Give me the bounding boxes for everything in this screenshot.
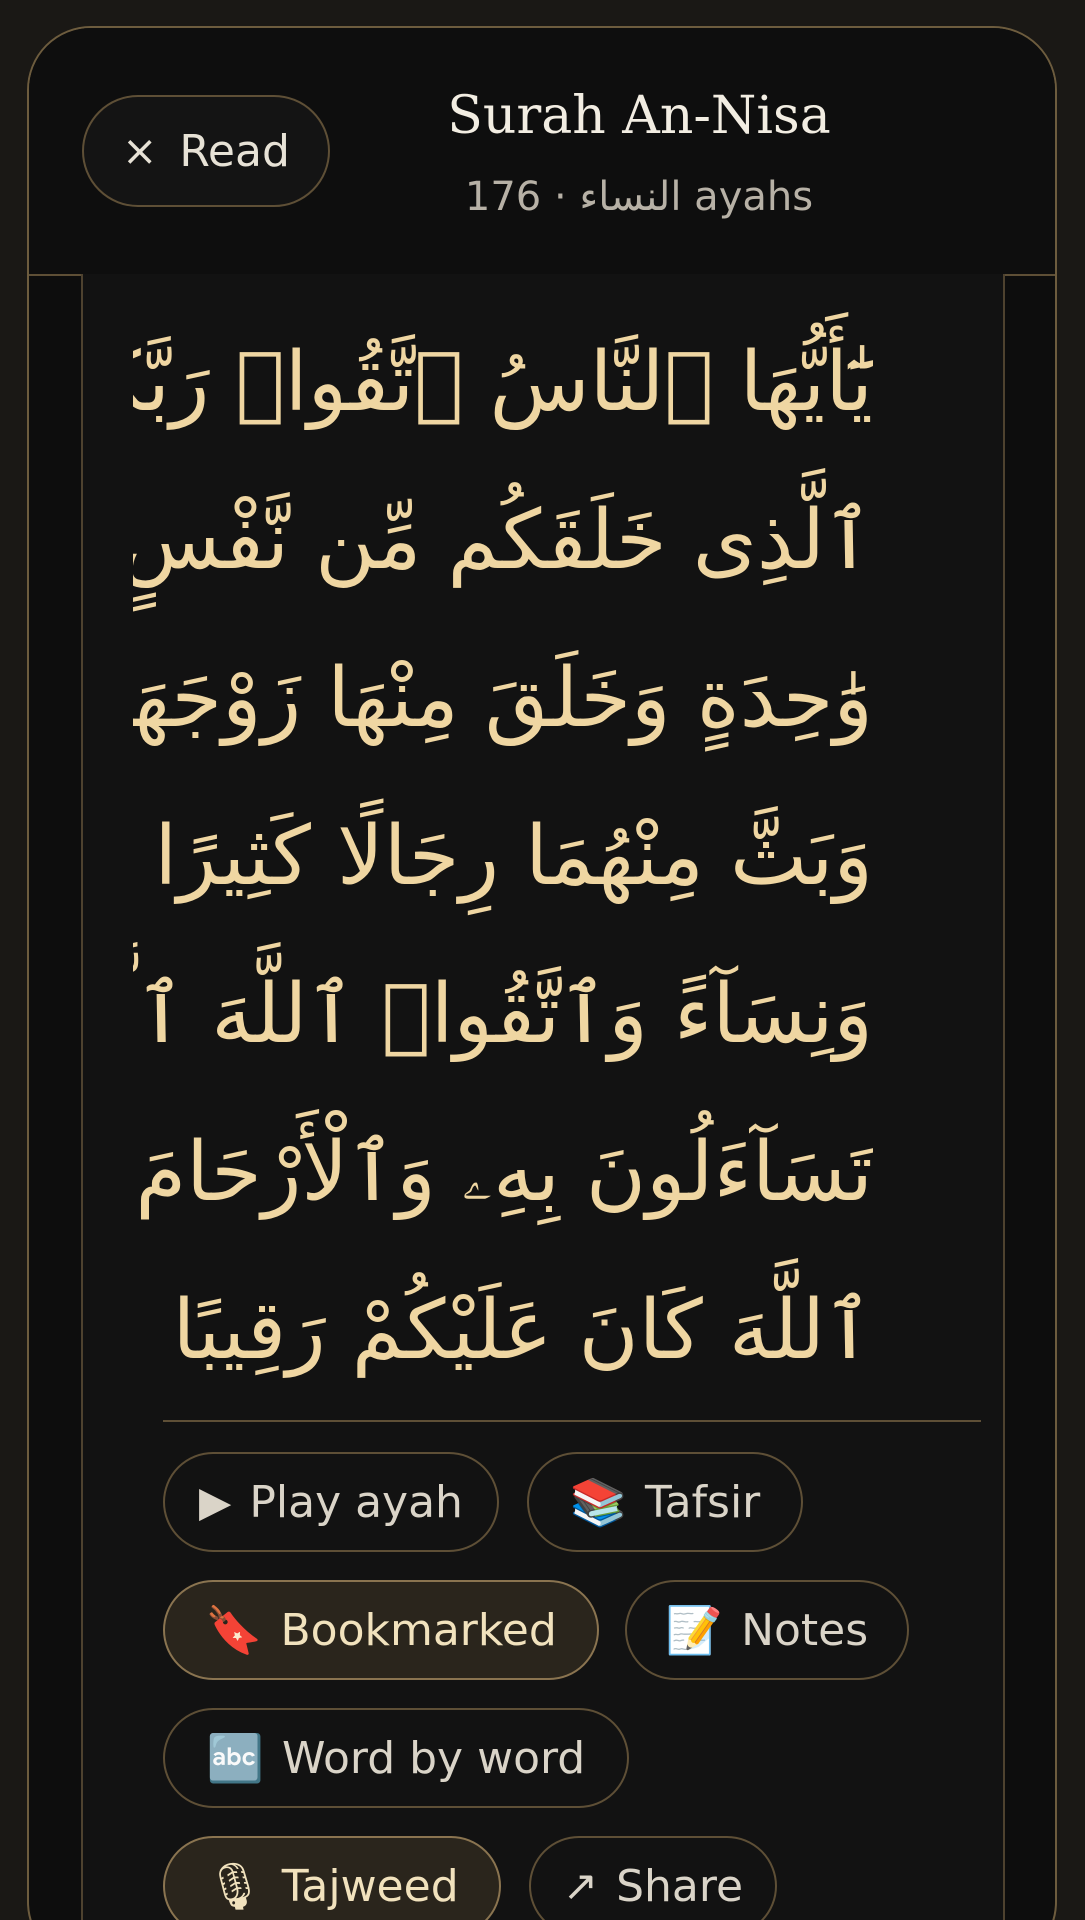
bookmark-icon: 🔖 [205,1603,263,1657]
share-icon: ↗ [562,1861,599,1910]
abc-icon: 🔤 [206,1731,265,1785]
tajweed-button[interactable]: 🎙 Tajweed [163,1836,501,1920]
reader-card: × Read Surah An-Nisa 176 · النساء ayahs … [27,26,1057,1920]
tafsir-label: Tafsir [644,1476,761,1528]
reader-header: × Read Surah An-Nisa 176 · النساء ayahs [29,28,1055,276]
ayah-number: ١ [133,1283,146,1378]
surah-title: Surah An-Nisa [447,86,831,146]
tafsir-button[interactable]: 📚 Tafsir [527,1452,803,1552]
books-icon: 📚 [569,1475,627,1529]
close-read-button[interactable]: × Read [82,95,330,207]
play-ayah-button[interactable]: ▶ Play ayah [163,1452,499,1552]
ayah-line: وَبَثَّ مِنْهُمَا رِجَالًا كَثِيرًا [154,809,873,904]
bookmark-label: Bookmarked [280,1604,557,1656]
ayah-line: وَٰحِدَةٍ وَخَلَقَ مِنْهَا زَوْجَهَا [133,651,873,746]
notes-button[interactable]: 📝 Notes [625,1580,909,1680]
ayah-line: ٱلَّذِى خَلَقَكُم مِّن نَّفْسٍ [133,462,873,620]
ayah-line: وَنِسَآءً وَٱتَّقُوا۟ ٱللَّهَ ٱلَّذِى [133,967,873,1062]
share-label: Share [616,1860,744,1912]
ayah-line: يَٰٓأَيُّهَا ٱلنَّاسُ ٱتَّقُوا۟ رَبَّكُم… [133,335,873,430]
share-button[interactable]: ↗ Share [529,1836,777,1920]
ayah-line: تَسَآءَلُونَ بِهِۦ وَٱلْأَرْحَامَ إِنَّ [133,1125,873,1220]
word-by-word-button[interactable]: 🔤 Word by word [163,1708,629,1808]
close-button-label: Read [179,125,290,177]
bookmark-button[interactable]: 🔖 Bookmarked [163,1580,599,1680]
close-icon: × [122,126,158,175]
surah-subtitle: 176 · النساء ayahs [464,174,814,220]
word-by-word-label: Word by word [282,1732,586,1784]
ayah-line-text: ٱلَّذِى خَلَقَكُم مِّن نَّفْسٍ [133,493,873,588]
ayah-line-text: ٱللَّهَ كَانَ عَلَيْكُمْ رَقِيبًا [172,1283,873,1378]
microphone-icon: 🎙 [205,1859,264,1913]
ayah-text[interactable]: يَٰٓأَيُّهَا ٱلنَّاسُ ٱتَّقُوا۟ رَبَّكُم… [133,304,873,1410]
tajweed-label: Tajweed [281,1860,459,1912]
memo-icon: 📝 [665,1603,724,1657]
play-icon: ▶ [199,1477,232,1526]
notes-label: Notes [741,1604,869,1656]
divider [163,1420,981,1422]
play-ayah-label: Play ayah [249,1476,463,1528]
ayah-line: ٱللَّهَ كَانَ عَلَيْكُمْ رَقِيبًا ١ [133,1252,873,1410]
